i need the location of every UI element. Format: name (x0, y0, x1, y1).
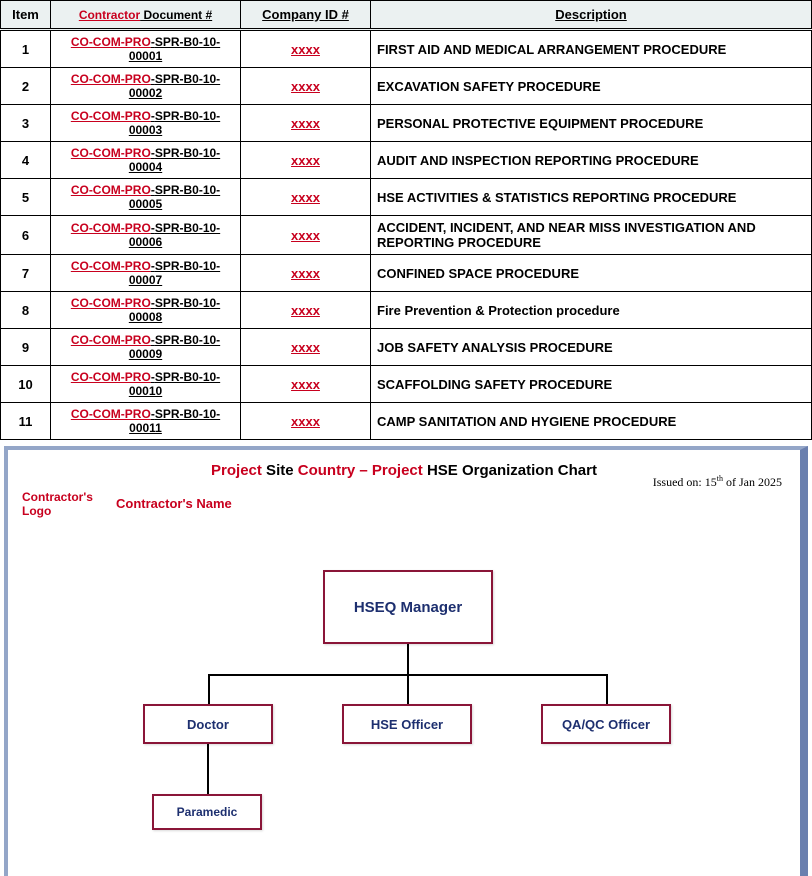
cell-item: 2 (1, 68, 51, 105)
org-chart-area: HSEQ Manager Doctor HSE Officer QA/QC Of… (8, 570, 800, 870)
connector-line (407, 674, 409, 704)
cell-document-number: CO-COM-PROSPR-B0-10-00007 (51, 255, 241, 292)
connector-line (606, 674, 608, 704)
cell-company-id: xxxx (241, 179, 371, 216)
cell-description: CAMP SANITATION AND HYGIENE PROCEDURE (371, 403, 812, 440)
table-row: 8CO-COM-PROSPR-B0-10-00008xxxxFire Preve… (1, 292, 812, 329)
cell-document-number: CO-COM-PROSPR-B0-10-00001 (51, 30, 241, 68)
contractor-logo-placeholder: Contractor'sLogo (22, 490, 93, 519)
node-paramedic: Paramedic (152, 794, 262, 830)
cell-company-id: xxxx (241, 255, 371, 292)
cell-description: JOB SAFETY ANALYSIS PROCEDURE (371, 329, 812, 366)
table-row: 3CO-COM-PROSPR-B0-10-00003xxxxPERSONAL P… (1, 105, 812, 142)
cell-item: 8 (1, 292, 51, 329)
connector-line (208, 674, 210, 704)
cell-item: 1 (1, 30, 51, 68)
header-document-number: Contractor Document # (51, 1, 241, 30)
table-row: 1CO-COM-PROSPR-B0-10-00001xxxxFIRST AID … (1, 30, 812, 68)
cell-description: EXCAVATION SAFETY PROCEDURE (371, 68, 812, 105)
table-row: 11CO-COM-PROSPR-B0-10-00011xxxxCAMP SANI… (1, 403, 812, 440)
cell-item: 9 (1, 329, 51, 366)
table-row: 10CO-COM-PROSPR-B0-10-00010xxxxSCAFFOLDI… (1, 366, 812, 403)
cell-item: 3 (1, 105, 51, 142)
cell-item: 10 (1, 366, 51, 403)
table-row: 2CO-COM-PROSPR-B0-10-00002xxxxEXCAVATION… (1, 68, 812, 105)
table-header-row: Item Contractor Document # Company ID # … (1, 1, 812, 30)
cell-description: AUDIT AND INSPECTION REPORTING PROCEDURE (371, 142, 812, 179)
cell-description: ACCIDENT, INCIDENT, AND NEAR MISS INVEST… (371, 216, 812, 255)
cell-document-number: CO-COM-PROSPR-B0-10-00002 (51, 68, 241, 105)
cell-document-number: CO-COM-PROSPR-B0-10-00005 (51, 179, 241, 216)
table-row: 4CO-COM-PROSPR-B0-10-00004xxxxAUDIT AND … (1, 142, 812, 179)
cell-description: PERSONAL PROTECTIVE EQUIPMENT PROCEDURE (371, 105, 812, 142)
cell-document-number: CO-COM-PROSPR-B0-10-00004 (51, 142, 241, 179)
connector-line (207, 744, 209, 794)
cell-description: Fire Prevention & Protection procedure (371, 292, 812, 329)
table-row: 5CO-COM-PROSPR-B0-10-00005xxxxHSE ACTIVI… (1, 179, 812, 216)
cell-company-id: xxxx (241, 292, 371, 329)
header-description: Description (371, 1, 812, 30)
cell-item: 7 (1, 255, 51, 292)
cell-item: 4 (1, 142, 51, 179)
cell-company-id: xxxx (241, 366, 371, 403)
cell-item: 5 (1, 179, 51, 216)
cell-document-number: CO-COM-PROSPR-B0-10-00003 (51, 105, 241, 142)
cell-document-number: CO-COM-PROSPR-B0-10-00006 (51, 216, 241, 255)
cell-document-number: CO-COM-PROSPR-B0-10-00009 (51, 329, 241, 366)
cell-document-number: CO-COM-PROSPR-B0-10-00010 (51, 366, 241, 403)
node-doctor: Doctor (143, 704, 273, 744)
cell-description: HSE ACTIVITIES & STATISTICS REPORTING PR… (371, 179, 812, 216)
node-hseq-manager: HSEQ Manager (323, 570, 493, 644)
cell-company-id: xxxx (241, 216, 371, 255)
cell-company-id: xxxx (241, 105, 371, 142)
table-row: 7CO-COM-PROSPR-B0-10-00007xxxxCONFINED S… (1, 255, 812, 292)
cell-company-id: xxxx (241, 68, 371, 105)
document-table: Item Contractor Document # Company ID # … (0, 0, 812, 440)
cell-item: 11 (1, 403, 51, 440)
cell-company-id: xxxx (241, 329, 371, 366)
contractor-name: Contractor's Name (116, 496, 232, 511)
connector-line (407, 644, 409, 674)
node-hse-officer: HSE Officer (342, 704, 472, 744)
table-row: 6CO-COM-PROSPR-B0-10-00006xxxxACCIDENT, … (1, 216, 812, 255)
cell-description: SCAFFOLDING SAFETY PROCEDURE (371, 366, 812, 403)
cell-description: FIRST AID AND MEDICAL ARRANGEMENT PROCED… (371, 30, 812, 68)
header-item: Item (1, 1, 51, 30)
cell-company-id: xxxx (241, 403, 371, 440)
cell-company-id: xxxx (241, 142, 371, 179)
table-row: 9CO-COM-PROSPR-B0-10-00009xxxxJOB SAFETY… (1, 329, 812, 366)
cell-item: 6 (1, 216, 51, 255)
header-company-id: Company ID # (241, 1, 371, 30)
org-chart-panel: Project Site Country – Project HSE Organ… (4, 446, 808, 876)
cell-document-number: CO-COM-PROSPR-B0-10-00008 (51, 292, 241, 329)
cell-document-number: CO-COM-PROSPR-B0-10-00011 (51, 403, 241, 440)
node-qaqc-officer: QA/QC Officer (541, 704, 671, 744)
cell-description: CONFINED SPACE PROCEDURE (371, 255, 812, 292)
issued-date: Issued on: 15th of Jan 2025 (653, 474, 782, 490)
cell-company-id: xxxx (241, 30, 371, 68)
